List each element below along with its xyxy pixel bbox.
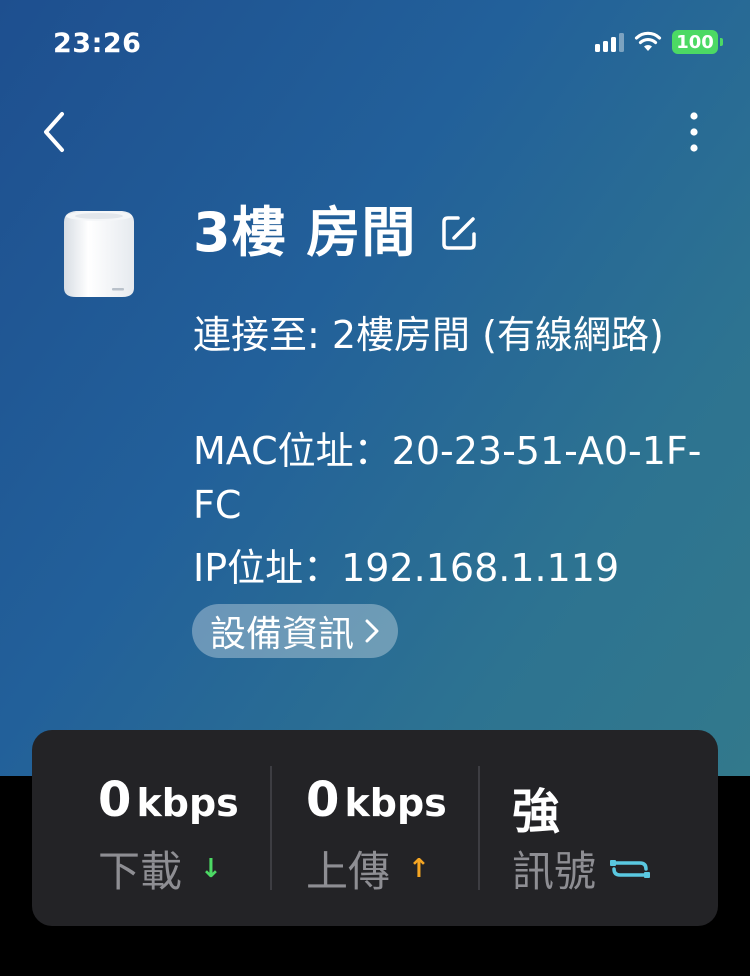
edit-name-icon[interactable] bbox=[438, 212, 480, 254]
download-unit: kbps bbox=[136, 781, 239, 825]
download-label: 下載 bbox=[98, 847, 183, 896]
connection-info: 連接至: 2樓房間 (有線網路) bbox=[193, 313, 664, 357]
signal-stat: 強 訊號 bbox=[480, 730, 718, 926]
chevron-right-icon bbox=[365, 619, 379, 643]
status-icons: 100 bbox=[595, 30, 723, 54]
signal-strength: 強 bbox=[512, 784, 561, 840]
arrow-down-icon: ↓ bbox=[200, 853, 222, 884]
cellular-signal-icon bbox=[595, 32, 624, 52]
upload-stat: 0 kbps 上傳 ↑ bbox=[272, 730, 478, 926]
wifi-icon bbox=[634, 31, 662, 51]
device-info-label: 設備資訊 bbox=[210, 614, 355, 655]
download-stat: 0 kbps 下載 ↓ bbox=[32, 730, 270, 926]
device-title-row: 3樓 房間 bbox=[193, 200, 480, 266]
upload-unit: kbps bbox=[344, 781, 447, 825]
ip-address: IP位址：192.168.1.119 bbox=[193, 546, 620, 590]
back-button[interactable] bbox=[36, 108, 76, 156]
device-info-button[interactable]: 設備資訊 bbox=[192, 604, 399, 658]
status-time: 23:26 bbox=[53, 28, 142, 59]
arrow-up-icon: ↑ bbox=[408, 853, 430, 884]
ethernet-link-icon bbox=[610, 859, 651, 878]
device-name: 3樓 房間 bbox=[193, 201, 417, 264]
signal-label: 訊號 bbox=[512, 847, 597, 896]
deco-device-icon bbox=[64, 211, 134, 297]
download-value: 0 bbox=[98, 772, 132, 828]
battery-icon: 100 bbox=[672, 30, 723, 54]
more-options-button[interactable] bbox=[676, 108, 712, 156]
mac-address: MAC位址：20-23-51-A0-1F-FC bbox=[193, 429, 702, 527]
upload-label: 上傳 bbox=[306, 847, 391, 896]
device-header bbox=[0, 0, 750, 776]
traffic-stats-card: 0 kbps 下載 ↓ 0 kbps 上傳 ↑ 強 訊號 bbox=[32, 730, 718, 926]
upload-value: 0 bbox=[306, 772, 340, 828]
